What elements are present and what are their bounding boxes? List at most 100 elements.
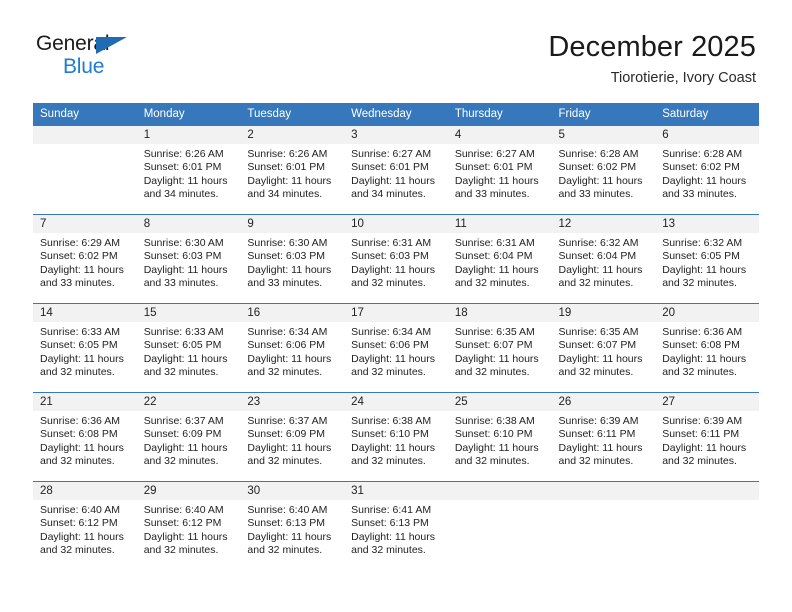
day-cell[interactable]: 17 Sunrise: 6:34 AM Sunset: 6:06 PM Dayligh… [344,303,448,393]
day-cell[interactable]: 31 Sunrise: 6:41 AM Sunset: 6:13 PM Dayligh… [344,481,448,571]
day-cell[interactable]: 20 Sunrise: 6:36 AM Sunset: 6:08 PM Dayligh… [655,303,759,393]
sunrise-text: Sunrise: 6:36 AM [40,415,120,427]
day-cell-details: Sunrise: 6:27 AM Sunset: 6:01 PM Daylight:… [448,144,552,202]
general-blue-logo[interactable]: General Blue [36,32,146,84]
day-cell[interactable]: 30 Sunrise: 6:40 AM Sunset: 6:13 PM Dayligh… [240,481,345,571]
sunrise-text: Sunrise: 6:31 AM [351,237,432,249]
day-cell[interactable]: 23 Sunrise: 6:37 AM Sunset: 6:09 PM Dayligh… [240,392,345,482]
daylight-text: Daylight: 11 hours and 32 minutes. [351,263,435,290]
day-cell-details: Sunrise: 6:40 AM Sunset: 6:12 PM Daylight:… [33,500,137,558]
day-cell[interactable]: 4 Sunrise: 6:27 AM Sunset: 6:01 PM Daylight… [447,125,552,215]
sunset-text: Sunset: 6:08 PM [662,339,740,352]
sunset-text: Sunset: 6:01 PM [454,161,533,174]
sunset-text: Sunset: 6:06 PM [247,339,326,352]
day-cell-details: Sunrise: 6:38 AM Sunset: 6:10 PM Daylight:… [448,411,552,469]
daylight-text: Daylight: 11 hours and 34 minutes. [247,174,332,201]
day-cell-details: Sunrise: 6:35 AM Sunset: 6:07 PM Daylight:… [552,322,656,380]
day-number: 1 [136,126,241,144]
calendar-week-row: 14 Sunrise: 6:33 AM Sunset: 6:05 PM Dayligh… [33,303,759,393]
sunset-text: Sunset: 6:12 PM [40,517,118,530]
daylight-text: Daylight: 11 hours and 32 minutes. [454,441,539,468]
sunset-text: Sunset: 6:09 PM [143,428,222,441]
sunset-text: Sunset: 6:02 PM [662,161,740,174]
day-cell-details: Sunrise: 6:34 AM Sunset: 6:06 PM Daylight:… [240,322,344,380]
sunrise-text: Sunrise: 6:33 AM [143,326,224,338]
daylight-text: Daylight: 11 hours and 32 minutes. [143,441,228,468]
daylight-text: Daylight: 11 hours and 32 minutes. [40,352,124,379]
day-cell[interactable]: 1 Sunrise: 6:26 AM Sunset: 6:01 PM Daylight… [136,125,241,215]
day-cell[interactable]: 25 Sunrise: 6:38 AM Sunset: 6:10 PM Dayligh… [447,392,552,482]
day-cell[interactable]: 16 Sunrise: 6:34 AM Sunset: 6:06 PM Dayligh… [240,303,345,393]
sunrise-text: Sunrise: 6:38 AM [454,415,535,427]
sunset-text: Sunset: 6:12 PM [143,517,222,530]
day-cell[interactable]: 13 Sunrise: 6:32 AM Sunset: 6:05 PM Dayligh… [655,214,759,304]
day-cell-details [552,500,656,504]
sunset-text: Sunset: 6:04 PM [454,250,533,263]
day-number: 6 [655,126,759,144]
day-cell-empty [33,125,137,215]
sunrise-text: Sunrise: 6:31 AM [454,237,535,249]
sunset-text: Sunset: 6:13 PM [247,517,326,530]
day-number: 27 [655,393,759,411]
day-cell-details: Sunrise: 6:33 AM Sunset: 6:05 PM Daylight:… [33,322,137,380]
sunset-text: Sunset: 6:03 PM [247,250,326,263]
sunset-text: Sunset: 6:09 PM [247,428,326,441]
day-cell[interactable]: 24 Sunrise: 6:38 AM Sunset: 6:10 PM Dayligh… [344,392,448,482]
day-number: 7 [33,215,137,233]
calendar-table: Sunday Monday Tuesday Wednesday Thursday Frid… [33,103,759,571]
sunrise-text: Sunrise: 6:37 AM [143,415,224,427]
day-cell[interactable]: 12 Sunrise: 6:32 AM Sunset: 6:04 PM Dayligh… [551,214,656,304]
day-cell-details: Sunrise: 6:31 AM Sunset: 6:03 PM Daylight:… [344,233,448,291]
sunrise-text: Sunrise: 6:40 AM [40,504,120,516]
weekday-header-friday: Friday [551,103,656,126]
day-number: 19 [551,304,656,322]
page-header: General Blue December 2025 Tiorotierie, … [0,0,792,103]
page-title: December 2025 [548,31,756,63]
day-cell[interactable]: 21 Sunrise: 6:36 AM Sunset: 6:08 PM Dayligh… [33,392,137,482]
day-cell[interactable]: 2 Sunrise: 6:26 AM Sunset: 6:01 PM Daylight… [240,125,345,215]
sunset-text: Sunset: 6:01 PM [143,161,222,174]
sunrise-text: Sunrise: 6:35 AM [558,326,639,338]
day-cell[interactable]: 8 Sunrise: 6:30 AM Sunset: 6:03 PM Daylight… [136,214,241,304]
sunrise-text: Sunrise: 6:32 AM [558,237,639,249]
daylight-text: Daylight: 11 hours and 32 minutes. [351,441,435,468]
day-number: 28 [33,482,137,500]
sunrise-text: Sunrise: 6:27 AM [351,148,432,160]
sunrise-text: Sunrise: 6:27 AM [454,148,535,160]
day-cell[interactable]: 29 Sunrise: 6:40 AM Sunset: 6:12 PM Dayligh… [136,481,241,571]
day-cell[interactable]: 5 Sunrise: 6:28 AM Sunset: 6:02 PM Daylight… [551,125,656,215]
sunset-text: Sunset: 6:03 PM [351,250,429,263]
day-cell-details: Sunrise: 6:36 AM Sunset: 6:08 PM Daylight:… [33,411,137,469]
title-block: December 2025 Tiorotierie, Ivory Coast [548,30,756,88]
sunset-text: Sunset: 6:05 PM [143,339,222,352]
day-cell[interactable]: 19 Sunrise: 6:35 AM Sunset: 6:07 PM Dayligh… [551,303,656,393]
day-cell[interactable]: 10 Sunrise: 6:31 AM Sunset: 6:03 PM Dayligh… [344,214,448,304]
sunrise-text: Sunrise: 6:36 AM [662,326,743,338]
day-cell[interactable]: 28 Sunrise: 6:40 AM Sunset: 6:12 PM Dayligh… [33,481,137,571]
day-cell[interactable]: 3 Sunrise: 6:27 AM Sunset: 6:01 PM Daylight… [344,125,448,215]
day-cell[interactable]: 27 Sunrise: 6:39 AM Sunset: 6:11 PM Dayligh… [655,392,759,482]
day-number [655,482,759,500]
sunset-text: Sunset: 6:11 PM [558,428,636,441]
day-number: 25 [447,393,552,411]
sunrise-text: Sunrise: 6:30 AM [247,237,328,249]
day-cell[interactable]: 11 Sunrise: 6:31 AM Sunset: 6:04 PM Dayligh… [447,214,552,304]
day-cell[interactable]: 22 Sunrise: 6:37 AM Sunset: 6:09 PM Dayligh… [136,392,241,482]
calendar-body: 1 Sunrise: 6:26 AM Sunset: 6:01 PM Daylight… [33,125,759,571]
day-cell-details: Sunrise: 6:27 AM Sunset: 6:01 PM Daylight:… [344,144,448,202]
day-cell[interactable]: 18 Sunrise: 6:35 AM Sunset: 6:07 PM Dayligh… [447,303,552,393]
calendar-week-row: 1 Sunrise: 6:26 AM Sunset: 6:01 PM Daylight… [33,125,759,215]
sunrise-text: Sunrise: 6:28 AM [662,148,743,160]
day-cell[interactable]: 9 Sunrise: 6:30 AM Sunset: 6:03 PM Daylight… [240,214,345,304]
day-cell[interactable]: 15 Sunrise: 6:33 AM Sunset: 6:05 PM Dayligh… [136,303,241,393]
day-number [551,482,656,500]
daylight-text: Daylight: 11 hours and 34 minutes. [143,174,228,201]
weekday-header-monday: Monday [136,103,241,126]
day-cell[interactable]: 14 Sunrise: 6:33 AM Sunset: 6:05 PM Dayligh… [33,303,137,393]
day-cell[interactable]: 6 Sunrise: 6:28 AM Sunset: 6:02 PM Daylight… [655,125,759,215]
day-number: 17 [344,304,448,322]
day-cell[interactable]: 26 Sunrise: 6:39 AM Sunset: 6:11 PM Dayligh… [551,392,656,482]
sunrise-text: Sunrise: 6:32 AM [662,237,743,249]
day-cell[interactable]: 7 Sunrise: 6:29 AM Sunset: 6:02 PM Daylight… [33,214,137,304]
weekday-header-wednesday: Wednesday [344,103,448,126]
